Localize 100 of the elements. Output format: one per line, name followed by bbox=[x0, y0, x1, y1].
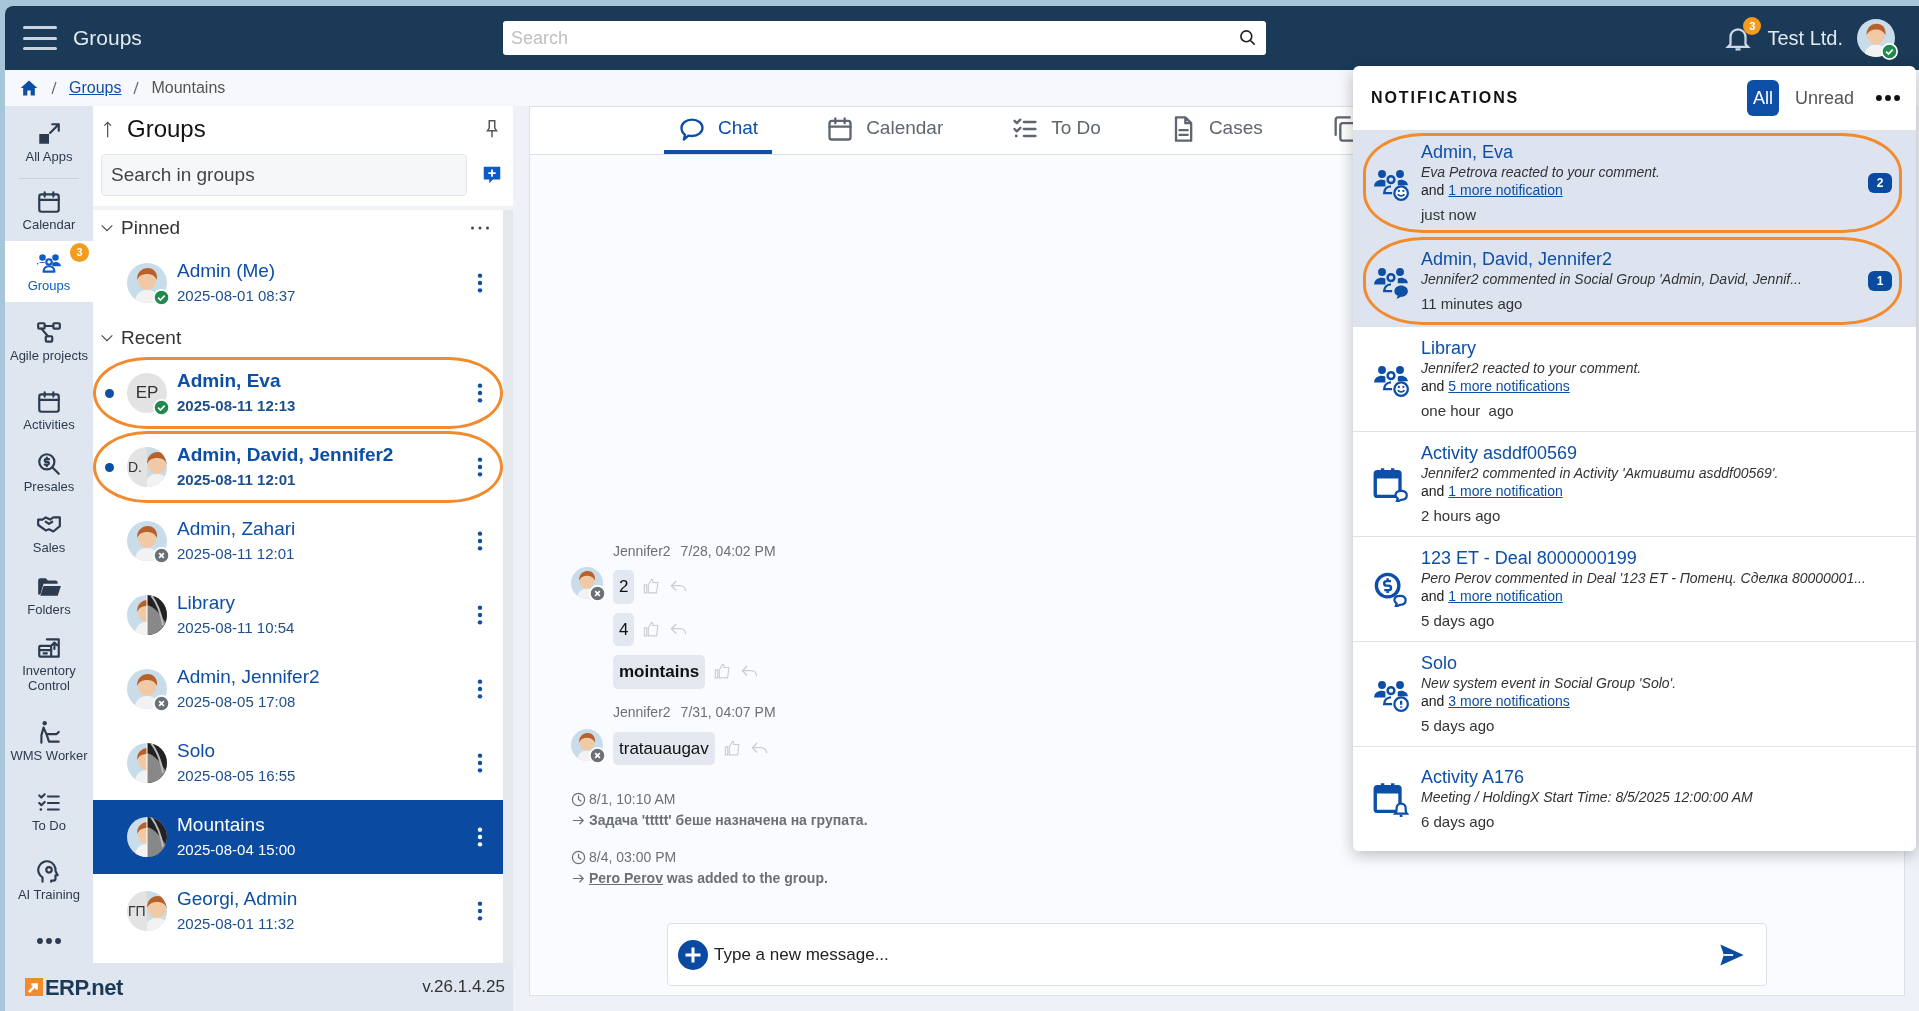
person-link[interactable]: Pero Perov bbox=[589, 870, 663, 886]
notification-item[interactable]: Admin, Eva Eva Petrova reacted to your comment. and 1 more notification just now 2 bbox=[1353, 130, 1916, 234]
search-icon[interactable] bbox=[1238, 28, 1258, 48]
nav-item[interactable]: Agile projects bbox=[5, 302, 93, 380]
nav-item[interactable]: Calendar bbox=[5, 179, 93, 241]
search-field[interactable]: Search bbox=[503, 21, 1266, 55]
nav-label: Presales bbox=[22, 478, 76, 494]
group-time: 2025-08-01 11:32 bbox=[177, 914, 296, 934]
message-field[interactable]: Type a new message... bbox=[714, 941, 1712, 968]
notification-text: and bbox=[1421, 482, 1445, 500]
notification-message: Jennifer2 reacted to your comment. bbox=[1421, 359, 1643, 377]
notification-message: Jennifer2 commented in Activity 'Активити asddf00569'. bbox=[1421, 464, 1780, 482]
calendar-icon bbox=[36, 389, 62, 416]
tab[interactable]: Chat bbox=[664, 107, 773, 154]
filter-tab[interactable]: Unread bbox=[1788, 80, 1860, 116]
group-time: 2025-08-05 17:08 bbox=[177, 692, 297, 712]
group-time: 2025-08-11 12:01 bbox=[177, 470, 297, 490]
nav-label: Groups bbox=[26, 278, 72, 294]
more-notifications-link[interactable]: 3 more notifications bbox=[1448, 692, 1570, 710]
app-title: Groups bbox=[73, 25, 143, 52]
clock-icon bbox=[571, 792, 586, 807]
avatar bbox=[127, 817, 167, 857]
group-name: Solo bbox=[177, 739, 217, 763]
notification-time: 5 days ago bbox=[1421, 716, 1496, 736]
search-field[interactable]: Search in groups bbox=[101, 154, 467, 196]
more-icon[interactable] bbox=[1876, 95, 1900, 101]
nav-item[interactable]: WMS Worker bbox=[5, 703, 93, 781]
more-notifications-link[interactable]: 5 more notifications bbox=[1448, 377, 1570, 395]
message-time: 7/31, 04:07 PM bbox=[680, 703, 776, 722]
nav-item[interactable]: Inventory Control bbox=[5, 625, 93, 704]
slash-separator-icon bbox=[51, 81, 57, 95]
section-toggle[interactable]: Pinned bbox=[99, 213, 471, 243]
nav-item[interactable]: Presales bbox=[5, 441, 93, 503]
nav-item[interactable]: All Apps bbox=[19, 106, 79, 180]
tab[interactable]: To Do bbox=[997, 107, 1115, 154]
tab[interactable]: Calendar bbox=[812, 107, 958, 154]
message-input[interactable]: Type a new message... bbox=[667, 923, 1767, 986]
message-bubble: 2 bbox=[613, 570, 635, 604]
nodes-icon bbox=[36, 319, 62, 346]
avatar bbox=[127, 595, 167, 635]
group-time: 2025-08-11 12:13 bbox=[177, 396, 297, 416]
message-bubble: 4 bbox=[613, 612, 635, 646]
notification-item[interactable]: 123 ET - Deal 8000000199 Pero Perov commented in Deal '123 ET - Потенц. Сделка 80000001... and 1 more notification 5 days ago bbox=[1353, 536, 1916, 641]
more-notifications-link[interactable]: 1 more notification bbox=[1448, 180, 1563, 199]
group-name: Admin, David, Jennifer2 bbox=[177, 443, 395, 467]
notification-title: Solo bbox=[1421, 652, 1459, 674]
nav-label: To Do bbox=[31, 817, 67, 833]
group-name: Admin, Eva bbox=[177, 369, 282, 393]
notification-item[interactable]: Admin, David, Jennifer2 Jennifer2 commented in Social Group 'Admin, David, Jennif... 11 minutes ago 1 bbox=[1353, 234, 1916, 326]
count-badge: 2 bbox=[1868, 172, 1892, 193]
panel-title: NOTIFICATIONS bbox=[1371, 88, 1521, 108]
filter-tab[interactable]: All bbox=[1746, 80, 1779, 116]
avatar: ГП bbox=[127, 891, 167, 931]
count-badge: 1 bbox=[1868, 270, 1892, 291]
avatar bbox=[127, 263, 167, 303]
add-icon[interactable] bbox=[678, 939, 708, 970]
nav-label: WMS Worker bbox=[9, 748, 89, 764]
new-chat-icon[interactable] bbox=[481, 164, 503, 186]
group-item[interactable]: D. Admin, David, Jennifer2 2025-08-11 12:01 bbox=[93, 430, 503, 504]
group-name: Library bbox=[177, 591, 237, 615]
more-notifications-link[interactable]: 1 more notification bbox=[1448, 482, 1563, 500]
home-icon[interactable] bbox=[19, 78, 39, 98]
notification-item[interactable]: Activity A176 Meeting / HoldingX Start Time: 8/5/2025 12:00:00 AM 6 days ago bbox=[1353, 746, 1916, 851]
notification-item[interactable]: Activity asddf00569 Jennifer2 commented in Activity 'Активити asddf00569'. and 1 more notification 2 hours ago bbox=[1353, 431, 1916, 536]
message-bubble: tratauaugav bbox=[613, 731, 715, 765]
calendar-icon bbox=[826, 114, 855, 143]
calendar-bell-icon bbox=[1373, 781, 1409, 817]
nav-item[interactable]: AI Training bbox=[5, 842, 93, 920]
more-icon[interactable] bbox=[471, 226, 489, 230]
breadcrumb-link[interactable]: Groups bbox=[69, 76, 122, 100]
notification-title: 123 ET - Deal 8000000199 bbox=[1421, 547, 1638, 569]
group-time: 2025-08-05 16:55 bbox=[177, 766, 297, 786]
tab[interactable]: Cases bbox=[1154, 107, 1277, 154]
more-notifications-link[interactable]: 1 more notification bbox=[1448, 587, 1563, 605]
group-item[interactable]: Mountains 2025-08-04 15:00 bbox=[93, 800, 503, 874]
notification-message: Eva Petrova reacted to your comment. bbox=[1421, 162, 1661, 181]
nav-label: AI Training bbox=[16, 887, 82, 903]
breadcrumb-current: Mountains bbox=[151, 78, 226, 98]
nav-item[interactable]: Activities bbox=[5, 379, 93, 442]
group-time: 2025-08-04 15:00 bbox=[177, 840, 297, 860]
notification-message: Pero Perov commented in Deal '123 ET - Потенц. Сделка 80000001... bbox=[1421, 569, 1867, 587]
notification-title: Admin, Eva bbox=[1421, 140, 1515, 163]
company-name[interactable]: Test Ltd. bbox=[1767, 23, 1843, 53]
group-name: Georgi, Admin bbox=[177, 887, 299, 911]
nav-item[interactable]: Sales bbox=[5, 502, 93, 565]
notification-title: Library bbox=[1421, 337, 1478, 359]
menu-button[interactable] bbox=[23, 23, 57, 53]
notification-message: Meeting / HoldingX Start Time: 8/5/2025 12:00:00 AM bbox=[1421, 788, 1754, 806]
nav-item[interactable]: To Do bbox=[5, 780, 93, 843]
notification-item[interactable]: Library Jennifer2 reacted to your comment. and 5 more notifications one hour ago bbox=[1353, 326, 1916, 431]
version-label: v.26.1.4.25 bbox=[422, 976, 505, 999]
nav-item[interactable]: Groups 3 bbox=[5, 240, 93, 303]
avatar: EP bbox=[127, 373, 167, 413]
notification-item[interactable]: Solo New system event in Social Group 'Solo'. and 3 more notifications 5 days ago bbox=[1353, 641, 1916, 746]
nav-item[interactable]: Folders bbox=[5, 564, 93, 626]
notification-time: just now bbox=[1421, 204, 1478, 225]
section-toggle[interactable]: Recent bbox=[99, 323, 489, 353]
logo-text: ERP.net bbox=[45, 973, 123, 1002]
group-name: Admin, Zahari bbox=[177, 517, 297, 541]
more-icon[interactable] bbox=[37, 938, 61, 945]
